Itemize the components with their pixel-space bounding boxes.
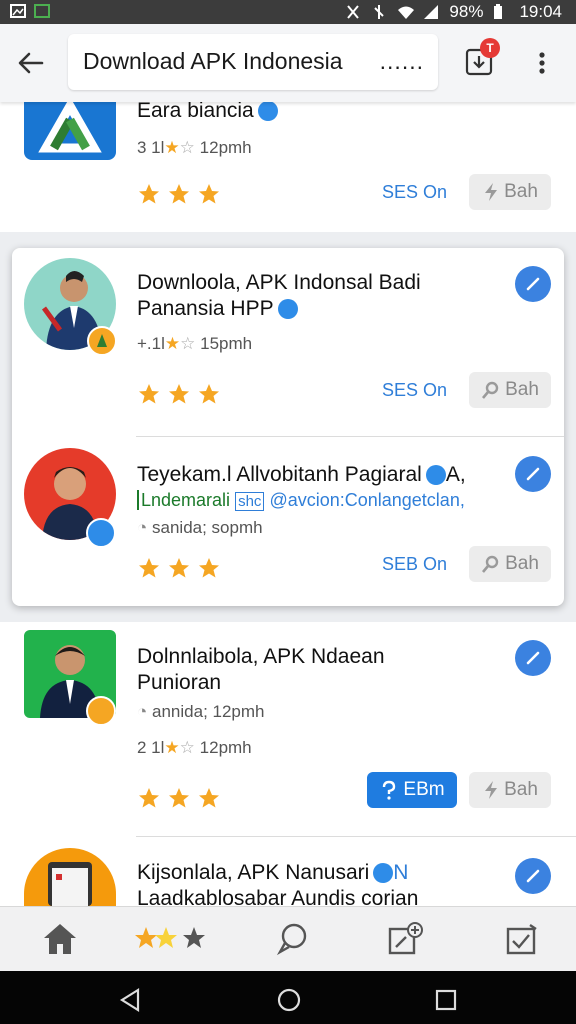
star-icon <box>139 558 159 578</box>
rating-line: 2 1l★☆ 12pmh <box>137 738 252 757</box>
system-recents-icon[interactable] <box>432 986 460 1014</box>
system-navigation-bar <box>0 970 576 1024</box>
page-title-field[interactable]: Download APK Indonesia ...... <box>68 34 438 90</box>
notification-badge: T <box>480 38 500 58</box>
star-rating <box>137 786 221 810</box>
clock-icon: ◔ <box>137 518 148 537</box>
star-icon <box>169 558 189 578</box>
battery-icon <box>493 4 509 20</box>
app-card[interactable]: Dolnnlaibola, APK Ndaean Punioran ◔ anni… <box>0 622 576 910</box>
clock-icon: ◔ <box>137 702 148 721</box>
divider <box>136 836 576 837</box>
ses-link[interactable]: SEB On <box>382 554 447 575</box>
image-notification-icon <box>10 3 26 19</box>
app-name: Teyekam.l Allvobitanh Pagiaral A, <box>137 463 466 486</box>
google-play-badge-icon <box>87 326 117 356</box>
stars-icon[interactable] <box>134 921 214 957</box>
signal-icon <box>423 4 439 20</box>
divider <box>136 436 564 437</box>
app-avatar <box>24 848 116 906</box>
verified-icon <box>373 863 394 884</box>
clock: 19:04 <box>519 2 562 21</box>
rating-line: 3 1l★☆ 12pmh <box>137 138 252 157</box>
bolt-icon <box>485 781 498 799</box>
edit-button[interactable] <box>515 640 551 676</box>
star-icon <box>139 384 159 404</box>
screen-notification-icon <box>34 3 50 19</box>
app-bar: Download APK Indonesia ...... T <box>0 24 576 102</box>
home-icon[interactable] <box>40 921 80 957</box>
edit-button[interactable] <box>515 858 551 894</box>
bottom-navigation <box>0 906 576 971</box>
star-rating <box>137 556 221 580</box>
edit-button[interactable] <box>515 266 551 302</box>
app-name: Downloola, APK Indonsal Badi Panansia HP… <box>137 271 421 320</box>
add-note-icon[interactable] <box>386 921 426 957</box>
verified-badge-icon <box>86 518 116 548</box>
ses-link[interactable]: SES On <box>382 380 447 401</box>
bah-button[interactable]: Bah <box>469 174 551 210</box>
star-icon <box>199 788 219 808</box>
app-name: Kijsonlala, APK Nanusari N Laadkablosabar… <box>137 861 419 910</box>
verified-icon <box>425 465 446 486</box>
meta-line: ◔ annida; 12pmh <box>137 702 265 721</box>
star-icon <box>139 184 159 204</box>
meta-line: ◔ sanida; sopmh <box>137 518 263 537</box>
star-icon <box>199 558 219 578</box>
nfc-icon <box>345 4 361 20</box>
star-icon <box>169 184 189 204</box>
star-icon <box>169 384 189 404</box>
status-bar: 98% 19:04 <box>0 0 576 24</box>
task-icon[interactable] <box>502 921 542 957</box>
battery-level: 98% <box>449 2 484 21</box>
search-icon <box>482 555 499 573</box>
bah-button[interactable]: Bah <box>469 772 551 808</box>
more-vert-icon[interactable] <box>532 46 552 80</box>
star-icon <box>139 788 159 808</box>
wifi-icon <box>397 4 415 20</box>
star-rating <box>137 182 221 206</box>
app-card[interactable]: Eara biancia 3 1l★☆ 12pmh SES On Bah <box>0 99 576 232</box>
bah-button[interactable]: Bah <box>469 372 551 408</box>
bolt-icon <box>485 183 498 201</box>
app-icon-drive <box>24 102 116 160</box>
app-name: Dolnnlaibola, APK Ndaean Punioran <box>137 645 385 694</box>
star-icon <box>169 788 189 808</box>
rating-line: +.1l★☆ 15pmh <box>137 334 253 353</box>
app-subtitle: Lndemarali shc @avcion:Conlangetclan, <box>137 490 465 511</box>
verified-icon <box>257 101 278 122</box>
chat-icon[interactable] <box>272 921 312 957</box>
ses-link[interactable]: SES On <box>382 182 447 203</box>
star-rating <box>137 382 221 406</box>
verified-icon <box>277 299 298 320</box>
vibrate-icon <box>371 4 387 20</box>
page-title: Download APK Indonesia <box>83 48 343 74</box>
system-back-icon[interactable] <box>116 986 144 1014</box>
question-icon <box>383 780 396 800</box>
star-icon <box>199 384 219 404</box>
bah-button[interactable]: Bah <box>469 546 551 582</box>
system-home-icon[interactable] <box>275 986 303 1014</box>
primary-action-button[interactable]: EBm <box>367 772 457 808</box>
star-icon <box>199 184 219 204</box>
star-badge-icon <box>86 696 116 726</box>
edit-button[interactable] <box>515 456 551 492</box>
featured-card-group: Downloola, APK Indonsal Badi Panansia HP… <box>12 248 564 606</box>
title-overflow-dots: ...... <box>379 48 424 74</box>
back-arrow-icon[interactable] <box>14 46 48 80</box>
search-icon <box>482 381 499 399</box>
